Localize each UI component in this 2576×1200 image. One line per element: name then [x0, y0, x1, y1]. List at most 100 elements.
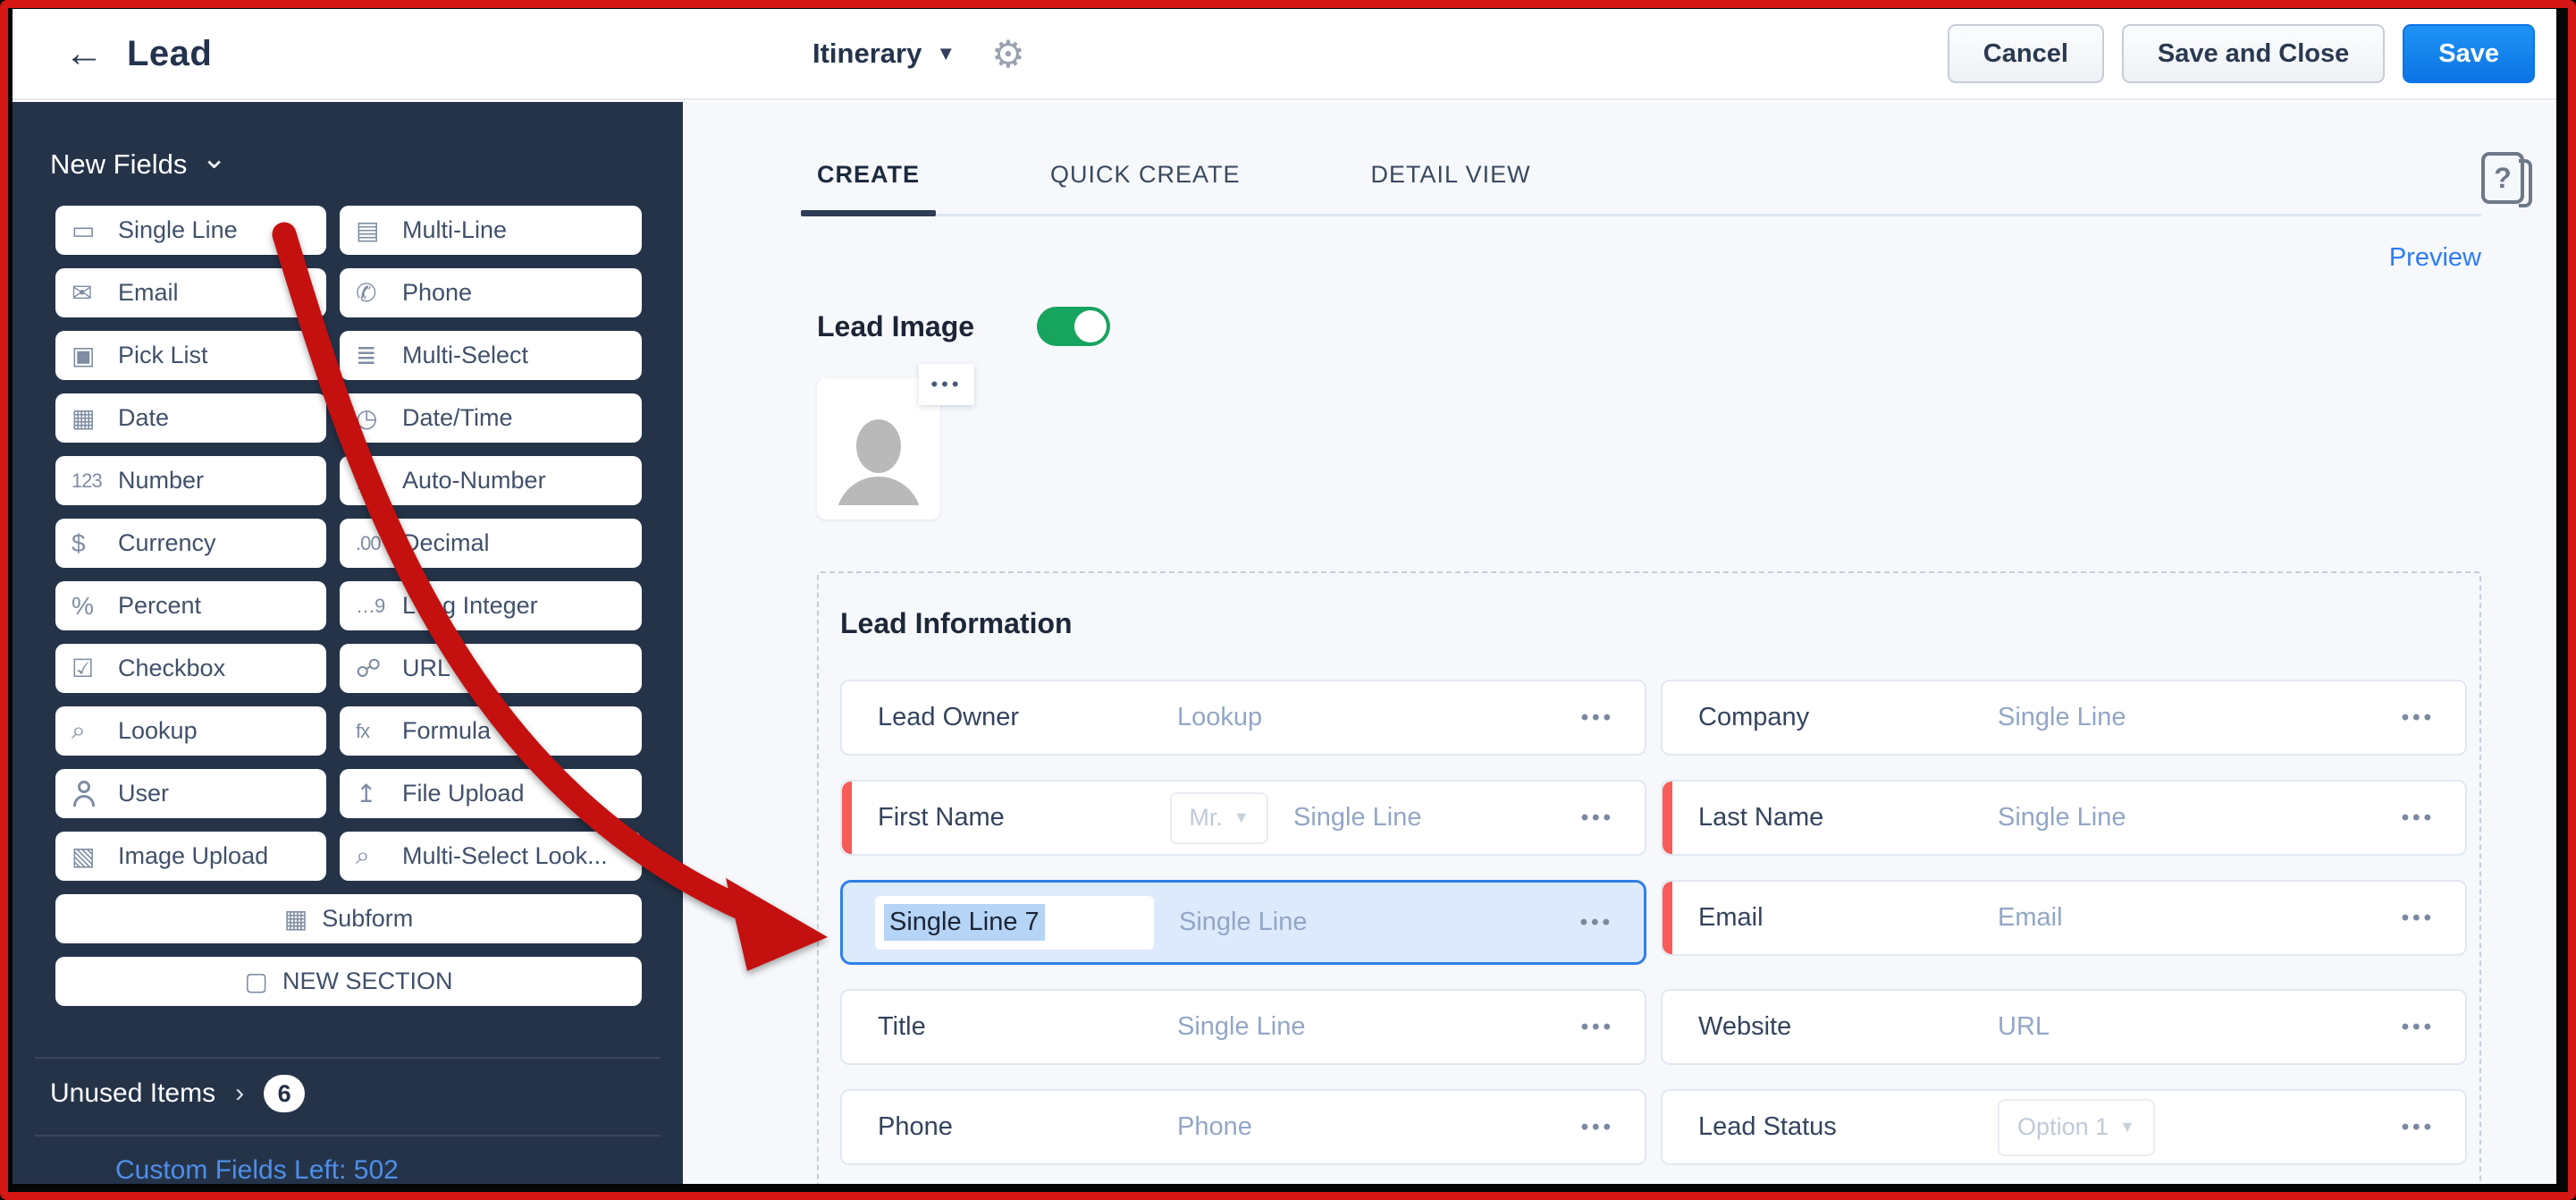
field-type-button-decimal[interactable]: .00Decimal — [340, 519, 642, 568]
tab-quick-create[interactable]: QUICK CREATE — [1034, 161, 1257, 214]
editor-body: New Fields ⌄ ▭Single Line▤Multi-Line✉Ema… — [13, 102, 2556, 1184]
field-type-label: Currency — [118, 529, 216, 557]
lead-image-toggle[interactable] — [1037, 307, 1110, 346]
layout-canvas: ? CREATEQUICK CREATEDETAIL VIEW Preview … — [683, 102, 2556, 1184]
field-menu-dots[interactable]: ••• — [2402, 906, 2435, 931]
screenshot-page: ← Lead Itinerary ▼ ⚙ Cancel Save and Clo… — [0, 0, 2576, 1200]
field-card[interactable]: PhonePhone••• — [840, 1089, 1646, 1165]
field-type-label: Image Upload — [118, 842, 268, 870]
field-type-button-multi-line[interactable]: ▤Multi-Line — [340, 206, 642, 255]
cancel-button[interactable]: Cancel — [1948, 24, 2104, 83]
field-type-button-url[interactable]: ☍URL — [340, 644, 642, 693]
field-menu-dots[interactable]: ••• — [2402, 806, 2435, 831]
field-type-button-email[interactable]: ✉Email — [55, 268, 326, 317]
salutation-value: Mr. — [1189, 804, 1223, 832]
field-label: Lead Owner — [878, 703, 1177, 732]
save-and-close-button[interactable]: Save and Close — [2122, 24, 2385, 83]
field-type-label: Auto-Number — [402, 467, 546, 494]
file-upload-icon: ↥ — [356, 779, 402, 808]
gear-icon[interactable]: ⚙ — [991, 32, 1025, 76]
pick-list-icon: ▣ — [72, 341, 118, 370]
field-label: First Name — [878, 803, 1177, 832]
required-marker — [1663, 782, 1672, 854]
field-type-button-checkbox[interactable]: ☑Checkbox — [55, 644, 326, 693]
field-type-button-formula[interactable]: fxFormula — [340, 706, 642, 756]
help-doc-icon[interactable]: ? — [2481, 152, 2524, 204]
divider — [35, 1135, 661, 1137]
field-type-label: Date — [118, 404, 169, 432]
field-card[interactable]: WebsiteURL••• — [1661, 989, 2467, 1065]
field-card[interactable]: TitleSingle Line••• — [840, 989, 1646, 1065]
tab-create[interactable]: CREATE — [801, 161, 936, 214]
field-menu-dots[interactable]: ••• — [1581, 1015, 1614, 1040]
layout-selector-group: Itinerary ▼ ⚙ — [812, 9, 1025, 98]
field-card[interactable]: First NameMr.▼Single Line••• — [840, 780, 1646, 856]
field-card[interactable]: CompanySingle Line••• — [1661, 680, 2467, 756]
field-type-button-multi-select[interactable]: ≣Multi-Select — [340, 331, 642, 380]
calendar-icon: ▦ — [72, 403, 118, 433]
field-type-button-auto-number[interactable]: №Auto-Number — [340, 456, 642, 505]
field-card[interactable]: Lead OwnerLookup••• — [840, 680, 1646, 756]
field-type-button-image-upload[interactable]: ▧Image Upload — [55, 832, 326, 881]
field-card[interactable]: Last NameSingle Line••• — [1661, 780, 2467, 856]
field-type-button-user[interactable]: User — [55, 769, 326, 818]
field-menu-dots[interactable]: ••• — [2402, 706, 2435, 731]
auto-number-icon: № — [356, 467, 402, 495]
field-menu-dots[interactable]: ••• — [1580, 910, 1613, 935]
field-type-button-new-section[interactable]: ▢NEW SECTION — [55, 957, 642, 1006]
field-palette-sidebar: New Fields ⌄ ▭Single Line ▤Multi-Line ✉Ema… — [13, 102, 683, 1184]
lead-image-label: Lead Image — [817, 310, 974, 343]
field-type-button-phone[interactable]: ✆Phone — [340, 268, 642, 317]
field-label: Phone — [878, 1112, 1177, 1142]
multi-line-icon: ▤ — [356, 215, 402, 245]
field-menu-dots[interactable]: ••• — [1581, 706, 1614, 731]
tabs-rule — [817, 214, 2481, 216]
field-type-button-multi-select-look-[interactable]: ⌕Multi-Select Look... — [340, 832, 642, 881]
avatar-menu-button[interactable]: ••• — [919, 364, 974, 405]
field-label: Website — [1698, 1012, 1998, 1042]
field-menu-dots[interactable]: ••• — [1581, 1115, 1614, 1140]
field-card[interactable]: EmailEmail••• — [1661, 880, 2467, 956]
divider — [35, 1057, 661, 1059]
field-menu-dots[interactable]: ••• — [2402, 1115, 2435, 1140]
salutation-dropdown[interactable]: Mr.▼ — [1170, 792, 1268, 844]
email-icon: ✉ — [72, 278, 118, 308]
unused-items-label: Unused Items — [50, 1078, 215, 1109]
field-type-label: Percent — [118, 592, 201, 620]
field-type-button-number[interactable]: 123Number — [55, 456, 326, 505]
field-type-button-currency[interactable]: $Currency — [55, 519, 326, 568]
field-type-button-date[interactable]: ▦Date — [55, 393, 326, 443]
field-type-label: Lookup — [118, 717, 198, 745]
field-menu-dots[interactable]: ••• — [1581, 806, 1614, 831]
chevron-down-icon[interactable]: ▼ — [936, 42, 955, 65]
layout-tabs: CREATE QUICK CREATE DETAIL VIEW — [801, 161, 2481, 214]
checkbox-icon: ☑ — [72, 654, 118, 683]
single-line-icon: ▭ — [72, 215, 118, 245]
field-type-label: NEW SECTION — [282, 968, 453, 995]
tab-detail-view[interactable]: DETAIL VIEW — [1355, 161, 1547, 214]
field-menu-dots[interactable]: ••• — [2402, 1015, 2435, 1040]
field-type-button-long-integer[interactable]: …9Long Integer — [340, 581, 642, 630]
unused-items-row[interactable]: Unused Items › 6 — [50, 1075, 305, 1112]
save-button[interactable]: Save — [2403, 24, 2535, 83]
lead-image-placeholder[interactable]: ••• — [817, 378, 940, 520]
field-type-button-date-time[interactable]: ◷Date/Time — [340, 393, 642, 443]
option-dropdown[interactable]: Option 1▼ — [1998, 1099, 2155, 1156]
preview-link[interactable]: Preview — [2389, 243, 2481, 273]
field-type-button-subform[interactable]: ▦Subform — [55, 894, 642, 943]
top-bar-actions: Cancel Save and Close Save — [1948, 9, 2535, 98]
back-arrow-icon[interactable]: ← — [64, 34, 104, 73]
image-upload-icon: ▧ — [72, 841, 118, 871]
field-type-button-lookup[interactable]: ⌕Lookup — [55, 706, 326, 756]
field-type-button-percent[interactable]: %Percent — [55, 581, 326, 630]
field-type-button-file-upload[interactable]: ↥File Upload — [340, 769, 642, 818]
field-name-input[interactable]: Single Line 7 — [875, 896, 1154, 950]
new-fields-header[interactable]: New Fields ⌄ — [50, 148, 683, 181]
field-type-button-single-line[interactable]: ▭Single Line — [55, 206, 326, 255]
layout-selector[interactable]: Itinerary — [812, 38, 922, 70]
field-type-value: Single Line — [1177, 1012, 1306, 1042]
field-type-label: Single Line — [118, 216, 238, 244]
field-type-button-pick-list[interactable]: ▣Pick List — [55, 331, 326, 380]
field-card[interactable]: Lead StatusOption 1▼••• — [1661, 1089, 2467, 1165]
field-card-selected[interactable]: Single Line 7Single Line••• — [840, 880, 1646, 965]
